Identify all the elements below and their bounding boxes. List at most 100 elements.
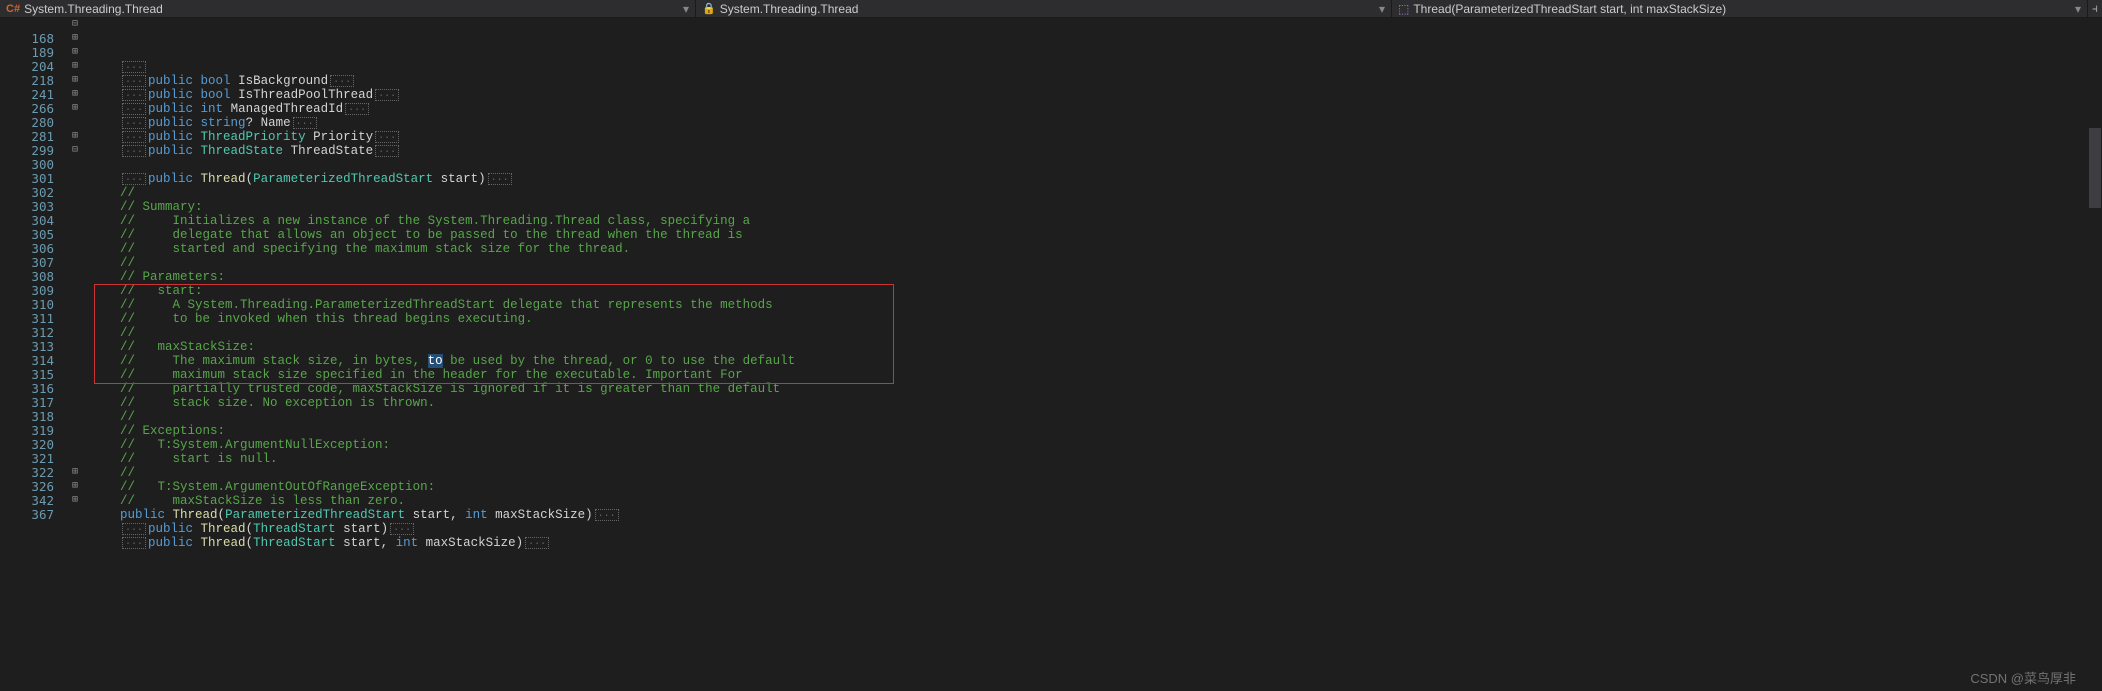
fold-spacer: [60, 270, 90, 284]
ellipsis-icon[interactable]: ...: [525, 537, 549, 549]
fold-spacer: [60, 214, 90, 228]
code-line[interactable]: ...public bool IsThreadPoolThread...: [90, 88, 2088, 102]
fold-collapsed-icon[interactable]: ⊞: [60, 88, 90, 102]
fold-spacer: [60, 368, 90, 382]
ellipsis-icon[interactable]: ...: [122, 145, 146, 157]
code-line[interactable]: // T:System.ArgumentOutOfRangeException:: [90, 480, 2088, 494]
fold-collapsed-icon[interactable]: ⊞: [60, 32, 90, 46]
code-line[interactable]: //: [90, 186, 2088, 200]
code-line[interactable]: // A System.Threading.ParameterizedThrea…: [90, 298, 2088, 312]
code-editor[interactable]: 1681892042182412662802812993003013023033…: [0, 18, 2102, 691]
ellipsis-icon[interactable]: ...: [375, 131, 399, 143]
fold-collapsed-icon[interactable]: ⊞: [60, 480, 90, 494]
ellipsis-icon[interactable]: ...: [122, 75, 146, 87]
ellipsis-icon[interactable]: ...: [345, 103, 369, 115]
fold-collapsed-icon[interactable]: ⊞: [60, 494, 90, 508]
fold-collapsed-icon[interactable]: ⊞: [60, 102, 90, 116]
code-line[interactable]: ...public Thread(ThreadStart start)...: [90, 522, 2088, 536]
code-line[interactable]: [90, 550, 2088, 564]
ellipsis-icon[interactable]: ...: [122, 173, 146, 185]
fold-spacer: [60, 312, 90, 326]
line-number: 312: [0, 326, 54, 340]
code-line[interactable]: ...public bool IsBackground...: [90, 74, 2088, 88]
code-line[interactable]: // maximum stack size specified in the h…: [90, 368, 2088, 382]
code-line[interactable]: // T:System.ArgumentNullException:: [90, 438, 2088, 452]
fold-expanded-icon[interactable]: ⊟: [60, 144, 90, 158]
ellipsis-icon[interactable]: ...: [122, 61, 146, 73]
fold-collapsed-icon[interactable]: ⊞: [60, 74, 90, 88]
chevron-down-icon[interactable]: ▾: [1379, 2, 1385, 16]
ellipsis-icon[interactable]: ...: [122, 537, 146, 549]
chevron-down-icon[interactable]: ▾: [683, 2, 689, 16]
ellipsis-icon[interactable]: ...: [375, 89, 399, 101]
line-number: 310: [0, 298, 54, 312]
code-line[interactable]: ...public ThreadPriority Priority...: [90, 130, 2088, 144]
breadcrumb-namespace[interactable]: C# System.Threading.Thread ▾: [0, 0, 696, 17]
code-line[interactable]: // to be invoked when this thread begins…: [90, 312, 2088, 326]
breadcrumb-member[interactable]: ⬚ Thread(ParameterizedThreadStart start,…: [1392, 0, 2088, 17]
fold-spacer: [60, 410, 90, 424]
code-line[interactable]: ...public Thread(ThreadStart start, int …: [90, 536, 2088, 550]
line-number: 313: [0, 340, 54, 354]
split-editor-icon[interactable]: ⫞: [2088, 1, 2102, 16]
ellipsis-icon[interactable]: ...: [330, 75, 354, 87]
code-line[interactable]: // start is null.: [90, 452, 2088, 466]
watermark: CSDN @菜鸟厚非: [1970, 668, 2076, 687]
code-line[interactable]: ...public Thread(ParameterizedThreadStar…: [90, 172, 2088, 186]
fold-column[interactable]: ⊟⊞⊞⊞⊞⊞⊞⊞⊟⊞⊞⊞: [60, 18, 90, 691]
code-line[interactable]: // start:: [90, 284, 2088, 298]
fold-collapsed-icon[interactable]: ⊞: [60, 46, 90, 60]
ellipsis-icon[interactable]: ...: [122, 103, 146, 115]
ellipsis-icon[interactable]: ...: [122, 131, 146, 143]
code-line[interactable]: ...public ThreadState ThreadState...: [90, 144, 2088, 158]
code-line[interactable]: ...public string? Name...: [90, 116, 2088, 130]
ellipsis-icon[interactable]: ...: [122, 523, 146, 535]
vertical-scrollbar[interactable]: [2088, 18, 2102, 691]
ellipsis-icon[interactable]: ...: [122, 117, 146, 129]
code-line[interactable]: // partially trusted code, maxStackSize …: [90, 382, 2088, 396]
code-line[interactable]: // maxStackSize is less than zero.: [90, 494, 2088, 508]
code-line[interactable]: ...public int ManagedThreadId...: [90, 102, 2088, 116]
code-line[interactable]: //: [90, 466, 2088, 480]
code-line[interactable]: // Exceptions:: [90, 424, 2088, 438]
breadcrumb-class[interactable]: 🔒 System.Threading.Thread ▾: [696, 0, 1392, 17]
code-line[interactable]: // Parameters:: [90, 270, 2088, 284]
code-line[interactable]: //: [90, 256, 2088, 270]
line-number: 315: [0, 368, 54, 382]
line-number: 299: [0, 144, 54, 158]
fold-collapsed-icon[interactable]: ⊞: [60, 466, 90, 480]
code-line[interactable]: //: [90, 326, 2088, 340]
line-number: 319: [0, 424, 54, 438]
fold-spacer: [60, 158, 90, 172]
ellipsis-icon[interactable]: ...: [375, 145, 399, 157]
line-number: 311: [0, 312, 54, 326]
code-line[interactable]: // maxStackSize:: [90, 340, 2088, 354]
code-line[interactable]: // started and specifying the maximum st…: [90, 242, 2088, 256]
fold-expanded-icon[interactable]: ⊟: [60, 18, 90, 32]
ellipsis-icon[interactable]: ...: [390, 523, 414, 535]
code-line[interactable]: // The maximum stack size, in bytes, to …: [90, 354, 2088, 368]
ellipsis-icon[interactable]: ...: [293, 117, 317, 129]
fold-collapsed-icon[interactable]: ⊞: [60, 130, 90, 144]
code-line[interactable]: // delegate that allows an object to be …: [90, 228, 2088, 242]
scroll-thumb[interactable]: [2089, 128, 2101, 208]
code-line[interactable]: ...: [90, 60, 2088, 74]
chevron-down-icon[interactable]: ▾: [2075, 2, 2081, 16]
line-number: 241: [0, 88, 54, 102]
ellipsis-icon[interactable]: ...: [122, 89, 146, 101]
code-line[interactable]: //: [90, 410, 2088, 424]
code-area[interactable]: ... ...public bool IsBackground... ...pu…: [90, 18, 2088, 691]
code-line[interactable]: // stack size. No exception is thrown.: [90, 396, 2088, 410]
code-line[interactable]: public Thread(ParameterizedThreadStart s…: [90, 508, 2088, 522]
ellipsis-icon[interactable]: ...: [488, 173, 512, 185]
code-line[interactable]: [90, 158, 2088, 172]
fold-spacer: [60, 200, 90, 214]
code-line[interactable]: // Summary:: [90, 200, 2088, 214]
ellipsis-icon[interactable]: ...: [595, 509, 619, 521]
code-line[interactable]: // Initializes a new instance of the Sys…: [90, 214, 2088, 228]
line-number: 302: [0, 186, 54, 200]
selected-text: to: [428, 354, 443, 368]
line-number: [0, 18, 54, 32]
fold-spacer: [60, 228, 90, 242]
fold-collapsed-icon[interactable]: ⊞: [60, 60, 90, 74]
